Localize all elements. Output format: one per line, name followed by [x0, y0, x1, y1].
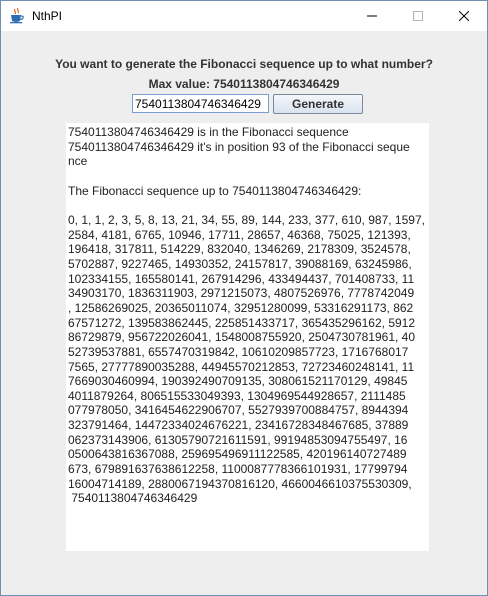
generate-button[interactable]: Generate	[273, 94, 363, 114]
java-coffee-cup-icon	[10, 7, 25, 24]
close-button[interactable]	[441, 1, 487, 31]
output-text-area[interactable]: 7540113804746346429 is in the Fibonacci …	[66, 123, 429, 551]
question-label: You want to generate the Fibonacci seque…	[55, 57, 433, 71]
output-text: 7540113804746346429 is in the Fibonacci …	[68, 125, 425, 506]
max-value-label: Max value: 7540113804746346429	[148, 77, 340, 91]
number-input[interactable]	[132, 94, 269, 113]
minimize-icon	[367, 15, 377, 17]
maximize-button[interactable]	[395, 1, 441, 31]
window-title: NthPI	[32, 9, 63, 23]
maximize-icon	[413, 11, 423, 21]
app-window: NthPI You want to generate the Fibonacci…	[0, 0, 488, 596]
close-icon	[459, 11, 469, 21]
minimize-button[interactable]	[349, 1, 395, 31]
title-bar[interactable]: NthPI	[1, 1, 487, 31]
